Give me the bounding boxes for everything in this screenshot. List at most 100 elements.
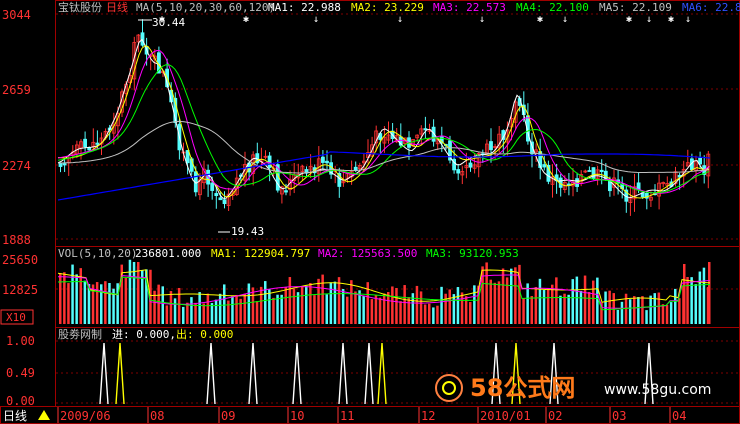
candle-body: [325, 160, 329, 164]
volume-bar: [128, 259, 132, 324]
volume-bar: [341, 289, 345, 324]
volume-bar: [708, 262, 711, 324]
candle-body: [591, 167, 596, 179]
volume-bar: [669, 302, 673, 324]
indicator-label: 股劵网制: [58, 327, 102, 341]
volume-bar: [161, 286, 164, 324]
volume-bar: [317, 278, 320, 324]
volume-bar: [165, 305, 169, 324]
ma6-value: MA6: 22.8: [682, 1, 740, 14]
star-icon: ✱: [537, 14, 543, 25]
volume-bar: [657, 292, 661, 324]
date-label: 09: [221, 409, 235, 423]
volume-bar: [288, 277, 292, 324]
volume-bar: [247, 283, 251, 324]
volume-bar: [505, 277, 509, 324]
vol-label: VOL(5,10,20): [58, 247, 137, 260]
candle-body: [210, 182, 215, 191]
vol-unit: X10: [6, 311, 26, 324]
volume-bar: [399, 301, 402, 324]
ma6-line: [57, 151, 711, 201]
svg-text:www.58gu.com: www.58gu.com: [604, 382, 711, 398]
period-label: 日线: [106, 0, 128, 14]
svg-text:19.43: 19.43: [231, 225, 264, 238]
volume-bar: [596, 277, 599, 324]
volume-bar: [575, 276, 579, 324]
volume-bar: [665, 305, 669, 324]
volume-bar: [456, 287, 460, 324]
volume-bar: [579, 290, 583, 324]
ma-params: MA(5,10,20,30,60,120): [136, 1, 275, 14]
volume-bar: [497, 281, 501, 324]
volume-bar: [493, 282, 497, 324]
low-annotation: 19.43: [218, 225, 264, 238]
volume-bar: [522, 298, 525, 324]
price-axis-label: 1888: [2, 233, 31, 247]
volume-bar: [313, 295, 316, 324]
volume-bar: [407, 297, 410, 324]
candle-body: [489, 141, 493, 151]
volume-bar: [124, 277, 128, 324]
volume-bar: [583, 275, 587, 324]
volume-bar: [235, 294, 238, 324]
volume-bar: [559, 295, 562, 324]
volume-bar: [428, 303, 431, 324]
volume-bar: [255, 301, 259, 324]
date-label: 2009/06: [60, 409, 111, 423]
volume-bar: [284, 287, 287, 324]
volume-bar: [231, 296, 234, 324]
down-arrow-icon: ↓: [646, 14, 652, 25]
volume-bar: [546, 288, 550, 324]
volume-bar: [510, 268, 513, 324]
volume-bar: [683, 264, 686, 324]
volume-bar: [206, 293, 210, 324]
svg-text:30.44: 30.44: [152, 16, 185, 29]
volume-bar: [641, 296, 644, 324]
date-label: 12: [421, 409, 435, 423]
volume-bar: [305, 285, 308, 324]
candle-body: [83, 138, 87, 148]
volume-bar: [280, 294, 283, 324]
volume-bar: [628, 299, 632, 324]
volume-bar: [309, 282, 312, 324]
candlesticks[interactable]: [58, 19, 711, 216]
volume-bar: [526, 283, 529, 324]
volume-bar: [637, 297, 640, 324]
volume-bar: [95, 282, 99, 324]
volume-bar: [452, 294, 456, 324]
star-icon: ✱: [626, 14, 632, 25]
volume-bar: [432, 307, 435, 324]
vol-ma1: MA1: 122904.797: [211, 247, 310, 260]
volume-bar: [190, 297, 193, 324]
candle-body: [214, 193, 219, 197]
volume-bar: [563, 293, 566, 324]
volume-bar: [608, 290, 611, 324]
volume-bar: [633, 296, 636, 324]
volume-bars[interactable]: [59, 259, 711, 324]
candle-body: [587, 170, 592, 172]
ma5-value: MA5: 22.109: [599, 1, 672, 14]
volume-bar: [501, 268, 505, 324]
down-arrow-icon: ↓: [685, 14, 691, 25]
volume-bar: [218, 293, 222, 324]
volume-bar: [362, 295, 365, 324]
stock-chart[interactable]: 宝钛股份 日线 MA(5,10,20,30,60,120) MA1: 22.98…: [0, 0, 740, 424]
volume-bar: [374, 295, 378, 324]
volume-bar: [391, 286, 394, 324]
period-button[interactable]: 日线: [3, 409, 27, 423]
volume-bar: [419, 291, 423, 324]
volume-bar: [333, 281, 337, 324]
ma4-value: MA4: 22.100: [516, 1, 589, 14]
volume-bar: [649, 295, 652, 324]
indicator-axis-label: 0.00: [6, 394, 35, 408]
watermark-logo-icon: [435, 374, 463, 402]
svg-text:58公式网: 58公式网: [470, 374, 575, 402]
volume-bar: [378, 297, 382, 324]
volume-bar: [157, 284, 160, 324]
down-arrow-icon: ↓: [313, 14, 319, 25]
volume-bar: [436, 305, 439, 324]
indicator-axis-label: 1.00: [6, 334, 35, 348]
volume-bar: [592, 280, 595, 324]
ma3-value: MA3: 22.573: [433, 1, 506, 14]
volume-bar: [694, 284, 697, 324]
